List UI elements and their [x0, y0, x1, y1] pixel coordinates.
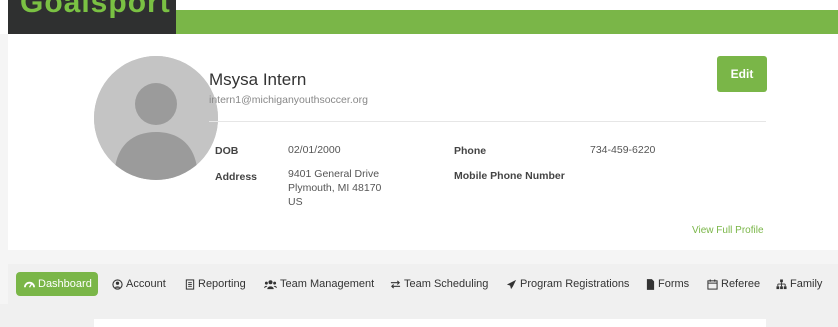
dob-value: 02/01/2000 — [288, 144, 341, 156]
address-line-3: US — [288, 196, 303, 208]
nav-family[interactable]: Family — [776, 272, 822, 296]
nav-forms[interactable]: Forms — [646, 272, 689, 296]
avatar — [94, 56, 218, 180]
address-line-2: Plymouth, MI 48170 — [288, 182, 382, 194]
logo-text: Goalsport — [20, 0, 171, 19]
sitemap-icon — [776, 278, 787, 289]
top-header: Goalsport — [0, 0, 838, 34]
mobile-phone-label: Mobile Phone Number — [454, 170, 565, 182]
paper-plane-icon — [506, 279, 517, 289]
nav-label: Family — [790, 278, 823, 290]
calendar-icon — [707, 278, 718, 290]
profile-email: intern1@michiganyouthsoccer.org — [209, 94, 368, 106]
nav-label: Forms — [658, 278, 690, 290]
header-accent-bar — [176, 10, 838, 34]
nav-team-scheduling[interactable]: Team Scheduling — [390, 272, 488, 296]
profile-card: Msysa Intern intern1@michiganyouthsoccer… — [8, 34, 838, 250]
main-nav: Dashboard Account Reporting Team Managem… — [8, 264, 838, 304]
nav-team-management[interactable]: Team Management — [264, 272, 374, 296]
nav-label: Dashboard — [38, 278, 92, 290]
profile-name: Msysa Intern — [209, 70, 307, 89]
nav-program-registrations[interactable]: Program Registrations — [506, 272, 629, 296]
nav-referee[interactable]: Referee — [707, 272, 760, 296]
nav-account[interactable]: Account — [112, 272, 166, 296]
nav-label: Team Scheduling — [404, 278, 489, 290]
content-card — [94, 319, 766, 327]
nav-label: Referee — [721, 278, 761, 290]
report-icon — [185, 278, 195, 290]
file-icon — [646, 278, 655, 290]
dob-label: DOB — [215, 145, 239, 157]
nav-label: Account — [126, 278, 166, 290]
user-circle-icon — [112, 278, 123, 290]
nav-dashboard[interactable]: Dashboard — [16, 272, 98, 296]
address-line-1: 9401 General Drive — [288, 168, 380, 180]
default-avatar-icon — [94, 56, 218, 180]
phone-label: Phone — [454, 145, 487, 157]
phone-value: 734-459-6220 — [590, 144, 656, 156]
logo[interactable]: Goalsport — [8, 0, 176, 34]
divider — [209, 121, 766, 122]
users-icon — [264, 279, 277, 289]
dashboard-icon — [24, 281, 35, 288]
view-full-profile-link[interactable]: View Full Profile — [692, 225, 764, 236]
nav-reporting[interactable]: Reporting — [185, 272, 246, 296]
edit-button[interactable]: Edit — [717, 56, 767, 92]
exchange-icon — [390, 279, 401, 289]
nav-label: Program Registrations — [520, 278, 630, 290]
address-label: Address — [215, 171, 258, 183]
nav-label: Reporting — [198, 278, 246, 290]
nav-label: Team Management — [280, 278, 375, 290]
